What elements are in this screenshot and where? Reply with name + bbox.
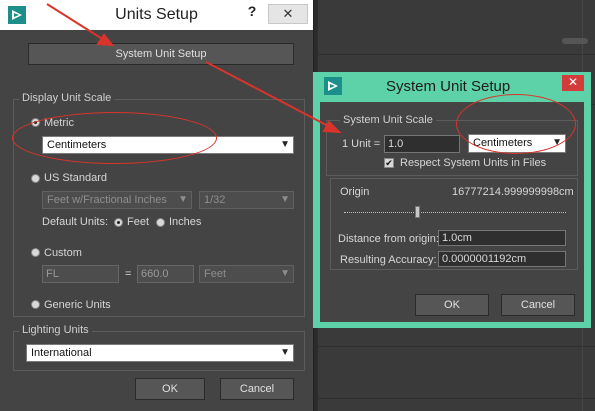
annotation-arrows [46,3,342,134]
arrow-to-system-unit-setup-button [46,3,115,47]
arrow-to-system-unit-scale [205,61,342,134]
